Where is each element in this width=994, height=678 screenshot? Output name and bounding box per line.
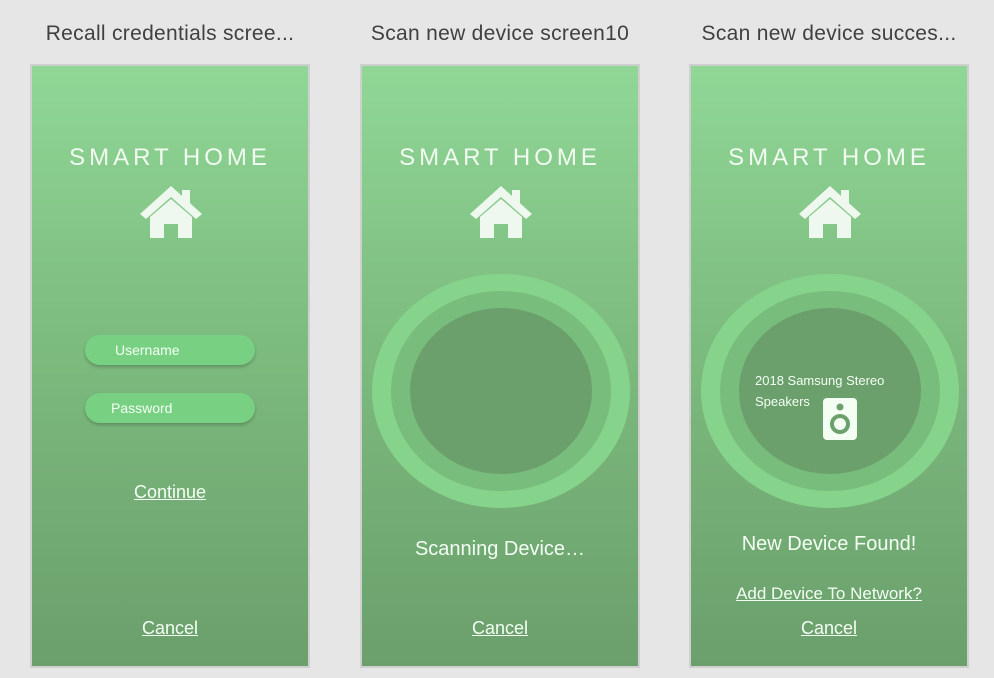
username-placeholder: Username — [115, 342, 180, 358]
scan-device-screen: SMART HOME Scanning Device… Cancel — [360, 64, 640, 668]
password-field[interactable]: Password — [85, 393, 255, 423]
house-icon — [470, 186, 532, 238]
brand-title: SMART HOME — [69, 144, 271, 171]
artboard-title-scan-success: Scan new device succes... — [701, 22, 957, 45]
new-device-found-text: New Device Found! — [741, 533, 917, 555]
artboard-title-scan-new-device: Scan new device screen10 — [370, 22, 630, 45]
brand-title: SMART HOME — [399, 144, 601, 171]
recall-credentials-screen: SMART HOME Username Password Continue Ca… — [30, 64, 310, 668]
house-icon — [799, 186, 861, 238]
scan-success-screen: SMART HOME 2018 Samsung Stereo Speakers … — [689, 64, 969, 668]
continue-link[interactable]: Continue — [32, 482, 308, 503]
scan-ring-inner — [410, 308, 592, 474]
house-icon — [140, 186, 202, 238]
cancel-link[interactable]: Cancel — [32, 618, 308, 639]
scan-ring-middle: 2018 Samsung Stereo Speakers — [720, 291, 940, 491]
speaker-icon — [823, 398, 857, 440]
artboard-title-recall-credentials: Recall credentials scree... — [45, 22, 295, 45]
password-placeholder: Password — [111, 400, 173, 416]
scan-ring-outer: 2018 Samsung Stereo Speakers — [701, 274, 959, 508]
found-device-card[interactable]: 2018 Samsung Stereo Speakers — [739, 308, 921, 474]
cancel-link[interactable]: Cancel — [691, 618, 967, 639]
username-field[interactable]: Username — [85, 335, 255, 365]
brand-title: SMART HOME — [728, 144, 930, 171]
scan-ring-outer — [372, 274, 630, 508]
scanning-status-text: Scanning Device… — [414, 538, 586, 560]
add-device-link[interactable]: Add Device To Network? — [691, 584, 967, 604]
scan-ring-middle — [391, 291, 611, 491]
cancel-link[interactable]: Cancel — [362, 618, 638, 639]
